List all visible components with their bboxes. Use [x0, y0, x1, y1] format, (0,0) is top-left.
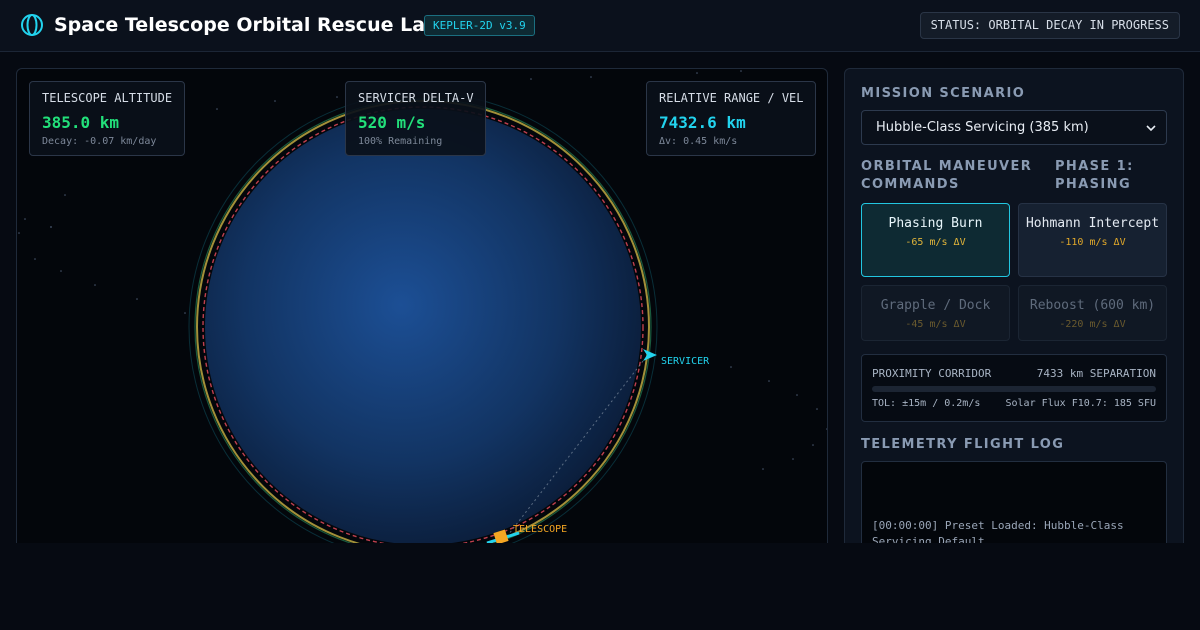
range-value: 7432.6 km: [659, 113, 746, 132]
servicer-label: SERVICER: [661, 356, 710, 367]
relative-velocity: Δv: 0.45 km/s: [659, 136, 738, 147]
range-readout: RELATIVE RANGE / VEL 7432.6 km Δv: 0.45 …: [646, 81, 816, 156]
status-badge: STATUS: ORBITAL DECAY IN PROGRESS: [919, 12, 1180, 39]
scenario-select[interactable]: Hubble-Class Servicing (385 km): [861, 110, 1167, 145]
corridor-separation: 7433 km SEPARATION: [1036, 367, 1156, 380]
hohmann-intercept-label: Hohmann Intercept: [1025, 216, 1160, 231]
phasing-burn-button[interactable]: Phasing Burn -65 m/s ΔV: [861, 203, 1010, 277]
altitude-value: 385.0 km: [42, 113, 120, 132]
reboost-button[interactable]: Reboost (600 km) -220 m/s ΔV: [1018, 285, 1167, 341]
hohmann-intercept-button[interactable]: Hohmann Intercept -110 m/s ΔV: [1018, 203, 1167, 277]
control-panel: MISSION SCENARIO Hubble-Class Servicing …: [844, 68, 1184, 568]
grapple-dock-button[interactable]: Grapple / Dock -45 m/s ΔV: [861, 285, 1010, 341]
delta-v-label: SERVICER DELTA-V: [358, 91, 474, 105]
hohmann-intercept-dv: -110 m/s ΔV: [1059, 237, 1126, 248]
telescope-label: TELESCOPE: [513, 524, 568, 535]
app-header: Space Telescope Orbital Rescue Lab KEPLE…: [0, 0, 1200, 52]
corridor-progress-bar: [872, 386, 1156, 392]
scenario-title: MISSION SCENARIO: [861, 86, 1026, 101]
earth: [205, 109, 641, 545]
proximity-corridor: PROXIMITY CORRIDOR 7433 km SEPARATION TO…: [861, 354, 1167, 422]
grapple-dock-dv: -45 m/s ΔV: [905, 319, 966, 330]
chevron-down-icon: [1146, 125, 1156, 132]
altitude-label: TELESCOPE ALTITUDE: [42, 91, 173, 105]
grapple-dock-label: Grapple / Dock: [880, 298, 991, 313]
orbit-viewport[interactable]: SERVICER TELESCOPE TELESCOPE ALTITUDE 38…: [16, 68, 828, 568]
orbit-logo-icon: [21, 14, 43, 36]
delta-v-remaining: 100% Remaining: [358, 136, 443, 147]
phasing-burn-label: Phasing Burn: [888, 216, 983, 231]
corridor-label: PROXIMITY CORRIDOR: [872, 367, 992, 380]
range-label: RELATIVE RANGE / VEL: [659, 91, 804, 105]
app-title: Space Telescope Orbital Rescue Lab: [54, 14, 439, 36]
log-title: TELEMETRY FLIGHT LOG: [861, 437, 1065, 452]
reboost-dv: -220 m/s ΔV: [1059, 319, 1126, 330]
maneuver-title: ORBITAL MANEUVER COMMANDS: [861, 159, 1033, 192]
phasing-burn-dv: -65 m/s ΔV: [905, 237, 966, 248]
solar-flux: Solar Flux F10.7: 185 SFU: [1005, 398, 1156, 409]
reboost-label: Reboost (600 km): [1029, 298, 1156, 313]
delta-v-value: 520 m/s: [358, 113, 426, 132]
corridor-tolerance: TOL: ±15m / 0.2m/s: [872, 398, 981, 409]
decay-rate: Decay: -0.07 km/day: [42, 136, 157, 147]
page-footer: [0, 543, 1200, 630]
altitude-readout: TELESCOPE ALTITUDE 385.0 km Decay: -0.07…: [29, 81, 185, 156]
scenario-value: Hubble-Class Servicing (385 km): [876, 120, 1089, 135]
version-badge: KEPLER-2D v3.9: [424, 15, 535, 36]
delta-v-readout: SERVICER DELTA-V 520 m/s 100% Remaining: [345, 81, 486, 156]
phase-indicator: PHASE 1: PHASING: [1055, 159, 1134, 192]
